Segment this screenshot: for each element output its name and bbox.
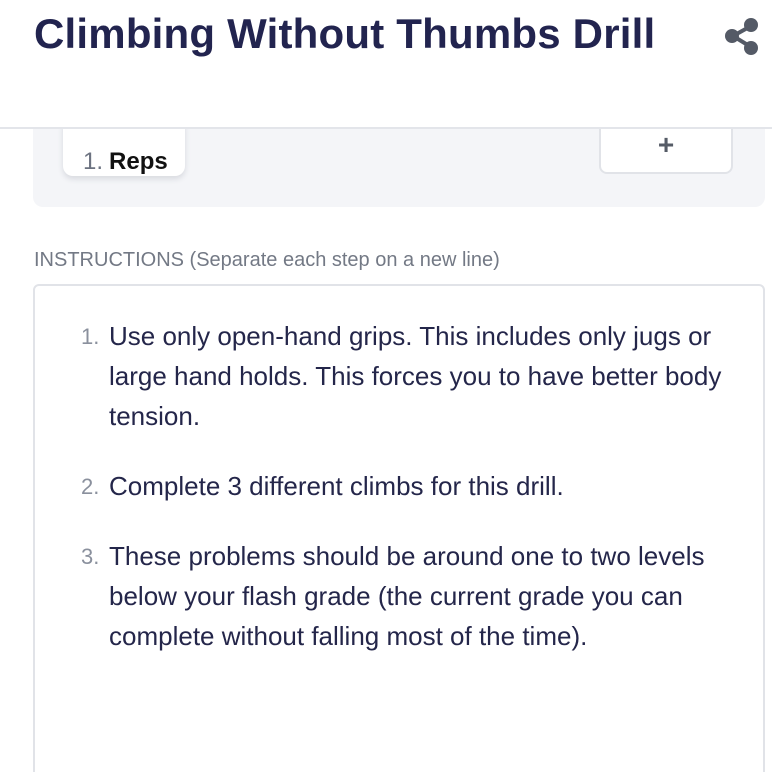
- step-number: 1.: [81, 324, 100, 349]
- step-text: Complete 3 different climbs for this dri…: [109, 471, 564, 501]
- set-tab-text: 1. Reps: [83, 148, 168, 176]
- instructions-textarea[interactable]: 1. Use only open-hand grips. This includ…: [33, 284, 765, 772]
- set-tab-number: 1.: [83, 148, 104, 175]
- step-number: 2.: [81, 474, 100, 499]
- step-number: 3.: [81, 544, 100, 569]
- instruction-step: 2. Complete 3 different climbs for this …: [35, 466, 763, 506]
- page-header: Climbing Without Thumbs Drill: [0, 0, 772, 129]
- page: 1. Reps + Climbing Without Thumbs Drill I…: [0, 0, 772, 772]
- step-text: Use only open-hand grips. This includes …: [109, 321, 722, 431]
- share-button[interactable]: [720, 14, 762, 58]
- instruction-step: 1. Use only open-hand grips. This includ…: [35, 316, 763, 436]
- share-icon: [725, 18, 758, 55]
- page-title: Climbing Without Thumbs Drill: [34, 10, 656, 57]
- step-text: These problems should be around one to t…: [109, 541, 705, 651]
- set-tab-label: Reps: [109, 148, 168, 175]
- instructions-label: INSTRUCTIONS (Separate each step on a ne…: [34, 249, 500, 271]
- plus-icon: +: [657, 129, 675, 160]
- instruction-step: 3. These problems should be around one t…: [35, 536, 763, 656]
- instructions-list: 1. Use only open-hand grips. This includ…: [35, 286, 763, 656]
